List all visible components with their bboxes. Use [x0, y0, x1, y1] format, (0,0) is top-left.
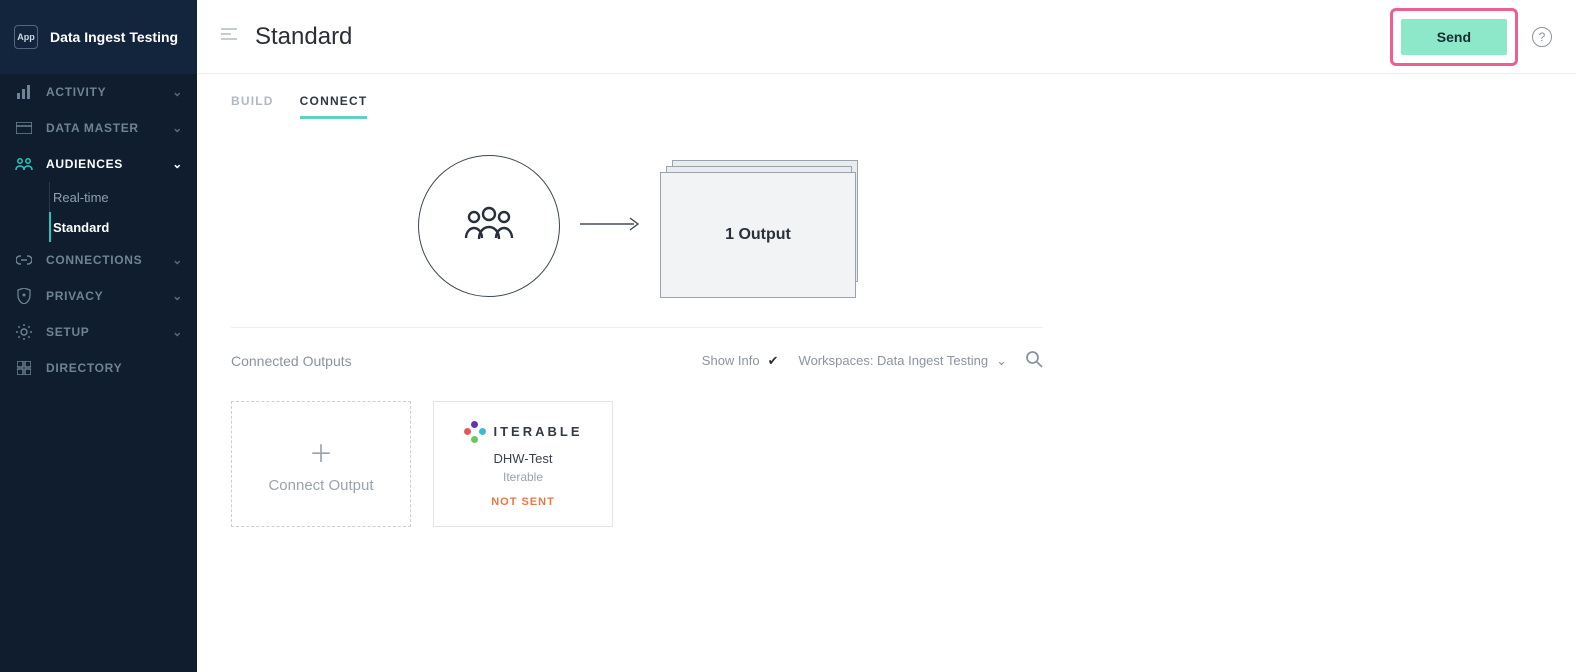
sidebar-item-setup[interactable]: Setup ⌄	[0, 314, 197, 350]
tab-connect[interactable]: CONNECT	[300, 94, 368, 119]
link-icon	[14, 255, 34, 265]
plus-icon: ＋	[309, 434, 333, 469]
sidebar-item-label: Setup	[46, 325, 90, 339]
shield-icon	[14, 288, 34, 304]
people-icon	[462, 206, 516, 247]
sidebar-header[interactable]: App Data Ingest Testing	[0, 0, 197, 74]
check-icon: ✔	[768, 353, 779, 369]
bars-icon	[14, 85, 34, 99]
outputs-section-label: Connected Outputs	[231, 353, 352, 369]
sidebar-item-label: Audiences	[46, 157, 123, 171]
gear-icon	[14, 324, 34, 340]
sidebar-item-label: Connections	[46, 253, 142, 267]
sidebar-item-audiences[interactable]: Audiences ⌄	[0, 146, 197, 182]
sidebar-item-label: Standard	[53, 220, 109, 235]
chevron-down-icon: ⌄	[172, 121, 183, 135]
sidebar: App Data Ingest Testing Activity ⌄ Data …	[0, 0, 197, 672]
sidebar-item-label: Data Master	[46, 121, 139, 135]
output-cards: ＋ Connect Output ITERABLE DHW-Test Itera…	[231, 401, 1043, 527]
collapse-sidebar-icon[interactable]	[221, 27, 237, 46]
output-count: 1 Output	[725, 226, 791, 244]
output-card-status: NOT SENT	[491, 496, 555, 508]
arrow-right-icon	[580, 217, 640, 236]
output-card-name: DHW-Test	[494, 451, 553, 466]
chevron-down-icon: ⌄	[996, 353, 1007, 369]
sidebar-item-activity[interactable]: Activity ⌄	[0, 74, 197, 110]
sidebar-item-label: Activity	[46, 85, 106, 99]
tab-build[interactable]: BUILD	[231, 94, 274, 119]
sidebar-item-label: Real-time	[53, 190, 109, 205]
sidebar-item-label: Directory	[46, 361, 122, 375]
connect-output-button[interactable]: ＋ Connect Output	[231, 401, 411, 527]
panel-icon	[14, 122, 34, 134]
show-info-label: Show Info	[702, 353, 760, 368]
chevron-down-icon: ⌄	[172, 325, 183, 339]
sidebar-item-directory[interactable]: Directory	[0, 350, 197, 386]
audience-circle[interactable]	[418, 155, 560, 297]
iterable-dots-icon	[464, 421, 486, 443]
sidebar-subitem-standard[interactable]: Standard	[2, 212, 197, 242]
chevron-down-icon: ⌄	[172, 289, 183, 303]
sidebar-subitem-realtime[interactable]: Real-time	[2, 182, 197, 212]
workspace-dropdown[interactable]: Workspaces: Data Ingest Testing ⌄	[799, 353, 1007, 369]
grid-icon	[14, 361, 34, 375]
workspace-name: Data Ingest Testing	[50, 29, 178, 45]
main: Standard Send ? BUILD CONNECT	[197, 0, 1576, 672]
search-icon[interactable]	[1025, 350, 1043, 371]
output-card-iterable[interactable]: ITERABLE DHW-Test Iterable NOT SENT	[433, 401, 613, 527]
connection-diagram: 1 Output	[231, 145, 1043, 328]
tabs: BUILD CONNECT	[231, 94, 1043, 119]
outputs-toolbar: Connected Outputs Show Info ✔ Workspaces…	[231, 328, 1043, 381]
people-icon	[14, 158, 34, 170]
send-highlight: Send	[1390, 8, 1518, 66]
chevron-down-icon: ⌄	[172, 157, 183, 171]
app-badge-icon: App	[14, 25, 38, 49]
sidebar-item-connections[interactable]: Connections ⌄	[0, 242, 197, 278]
iterable-wordmark: ITERABLE	[494, 424, 583, 439]
page-title: Standard	[255, 23, 352, 51]
output-stack[interactable]: 1 Output	[660, 160, 856, 292]
workspace-dropdown-label: Workspaces: Data Ingest Testing	[799, 353, 989, 368]
chevron-down-icon: ⌄	[172, 85, 183, 99]
show-info-toggle[interactable]: Show Info ✔	[702, 353, 779, 369]
send-button[interactable]: Send	[1401, 19, 1507, 55]
sidebar-item-label: Privacy	[46, 289, 103, 303]
iterable-logo: ITERABLE	[464, 421, 583, 443]
output-card-subname: Iterable	[503, 470, 543, 484]
topbar: Standard Send ?	[197, 0, 1576, 74]
sidebar-item-data-master[interactable]: Data Master ⌄	[0, 110, 197, 146]
chevron-down-icon: ⌄	[172, 253, 183, 267]
sidebar-item-privacy[interactable]: Privacy ⌄	[0, 278, 197, 314]
help-icon[interactable]: ?	[1532, 27, 1552, 47]
connect-output-label: Connect Output	[268, 477, 373, 494]
content-area: BUILD CONNECT	[197, 74, 1077, 547]
